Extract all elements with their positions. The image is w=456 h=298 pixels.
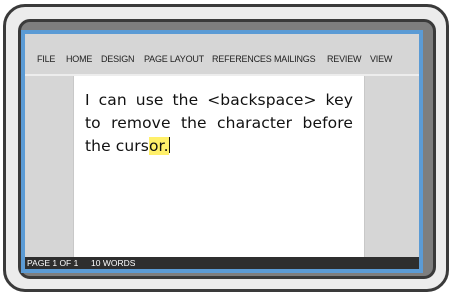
document-page[interactable]: I can use the <backspace> key to remove … <box>73 76 365 266</box>
word-processor-window: FILE HOME DESIGN PAGE LAYOUT REFERENCES … <box>21 30 423 273</box>
menu-page-layout[interactable]: PAGE LAYOUT <box>144 54 204 64</box>
menu-file[interactable]: FILE <box>37 54 55 64</box>
document-text-main: I can use the <backspace> key to remove … <box>85 91 353 155</box>
menu-mailings[interactable]: MAILINGS <box>274 54 316 64</box>
menu-design[interactable]: DESIGN <box>101 54 135 64</box>
text-cursor <box>168 137 170 153</box>
menu-review[interactable]: REVIEW <box>327 54 362 64</box>
document-text[interactable]: I can use the <backspace> key to remove … <box>85 89 353 158</box>
page-count: PAGE 1 OF 1 <box>27 258 79 268</box>
status-bar: PAGE 1 OF 1 10 WORDS <box>25 257 419 269</box>
menu-home[interactable]: HOME <box>66 54 92 64</box>
ribbon-menu-bar: FILE HOME DESIGN PAGE LAYOUT REFERENCES … <box>25 34 419 76</box>
menu-references[interactable]: REFERENCES <box>212 54 272 64</box>
menu-view[interactable]: VIEW <box>370 54 392 64</box>
word-count: 10 WORDS <box>91 258 136 268</box>
highlighted-text: or. <box>148 137 169 155</box>
